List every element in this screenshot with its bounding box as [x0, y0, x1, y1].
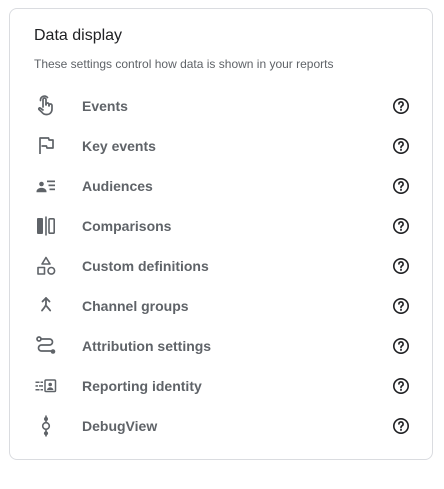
list-item-events[interactable]: Events: [10, 86, 432, 126]
help-circle-icon[interactable]: [391, 96, 411, 116]
list-item-key-events[interactable]: Key events: [10, 126, 432, 166]
help-circle-icon[interactable]: [391, 256, 411, 276]
card-title: Data display: [34, 27, 123, 44]
help-circle-icon[interactable]: [391, 216, 411, 236]
flag-icon: [34, 134, 58, 158]
list-item-debugview[interactable]: DebugView: [10, 406, 432, 446]
settings-list: Events Key events Audiences Comparisons …: [10, 86, 432, 446]
list-item-attribution-settings[interactable]: Attribution settings: [10, 326, 432, 366]
card-subtitle: These settings control how data is shown…: [34, 57, 334, 71]
list-item-channel-groups[interactable]: Channel groups: [10, 286, 432, 326]
list-item-reporting-identity[interactable]: Reporting identity: [10, 366, 432, 406]
list-item-label: Custom definitions: [82, 258, 209, 274]
list-item-label: Key events: [82, 138, 156, 154]
data-display-card: Data display These settings control how …: [9, 8, 433, 460]
list-item-custom-definitions[interactable]: Custom definitions: [10, 246, 432, 286]
identity-icon: [34, 374, 58, 398]
route-icon: [34, 334, 58, 358]
list-item-label: Comparisons: [82, 218, 172, 234]
help-circle-icon[interactable]: [391, 296, 411, 316]
help-circle-icon[interactable]: [391, 416, 411, 436]
list-item-label: Audiences: [82, 178, 153, 194]
list-item-audiences[interactable]: Audiences: [10, 166, 432, 206]
help-circle-icon[interactable]: [391, 336, 411, 356]
list-item-label: Events: [82, 98, 128, 114]
list-item-label: Attribution settings: [82, 338, 212, 354]
help-circle-icon[interactable]: [391, 136, 411, 156]
list-item-label: DebugView: [82, 418, 158, 434]
list-item-label: Reporting identity: [82, 378, 202, 394]
list-item-comparisons[interactable]: Comparisons: [10, 206, 432, 246]
debug-icon: [34, 414, 58, 438]
help-circle-icon[interactable]: [391, 376, 411, 396]
merge-icon: [34, 294, 58, 318]
shapes-icon: [34, 254, 58, 278]
touch-icon: [34, 94, 58, 118]
help-circle-icon[interactable]: [391, 176, 411, 196]
list-item-label: Channel groups: [82, 298, 189, 314]
comparisons-icon: [34, 214, 58, 238]
audience-icon: [34, 174, 58, 198]
